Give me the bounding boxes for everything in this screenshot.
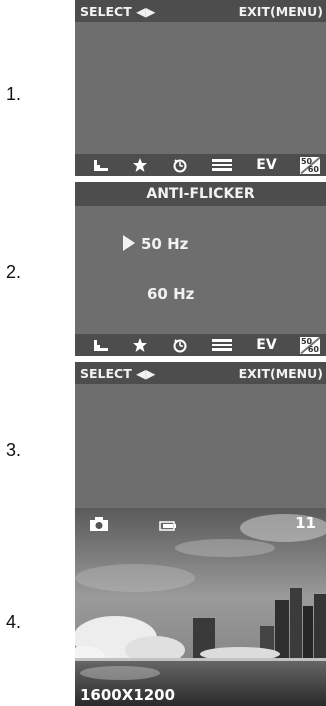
- resolution-label: 1600X1200: [80, 686, 176, 704]
- self-timer-icon: [172, 154, 188, 176]
- option-label: 60 Hz: [147, 285, 195, 303]
- select-label: SELECT ◀▶: [80, 4, 156, 19]
- menu-title: ANTI-FLICKER: [75, 182, 326, 206]
- exit-label: EXIT(MENU): [238, 366, 323, 381]
- star-icon: [132, 334, 148, 356]
- lcd-screen-3: SELECT ◀▶ EXIT(MENU) EV 50 60: [75, 362, 326, 531]
- lcd-screen-1: SELECT ◀▶ EXIT(MENU) EV 50 60: [75, 0, 326, 176]
- exit-label: EXIT(MENU): [238, 4, 323, 19]
- select-label: SELECT ◀▶: [80, 366, 156, 381]
- ev-icon: EV: [256, 157, 277, 173]
- battery-icon: [159, 518, 177, 536]
- selection-arrow-icon: [123, 235, 135, 251]
- option-label: 50 Hz: [141, 235, 189, 253]
- ev-icon: EV: [256, 337, 277, 353]
- star-icon: [132, 154, 148, 176]
- option-60hz[interactable]: 60 Hz: [147, 285, 194, 303]
- flash-battery-icon: [211, 334, 233, 356]
- scene-icon: [93, 334, 109, 356]
- white-balance-icon: 50 60: [299, 336, 320, 354]
- step-number-3: 3.: [6, 440, 22, 460]
- shots-remaining: 11: [295, 514, 316, 532]
- icon-bar: EV 50 60: [75, 154, 326, 176]
- top-bar: SELECT ◀▶ EXIT(MENU): [75, 0, 326, 22]
- step-number-2: 2.: [6, 262, 22, 282]
- scene-icon: [93, 154, 109, 176]
- flash-battery-icon: [211, 154, 233, 176]
- step-number-4: 4.: [6, 612, 22, 632]
- cityscape-image: [75, 508, 326, 706]
- step-number-1: 1.: [6, 84, 22, 104]
- preview-photo: 11 1600X1200: [75, 508, 326, 706]
- icon-bar: EV 50 60: [75, 334, 326, 356]
- white-balance-icon: 50 60: [299, 156, 320, 174]
- self-timer-icon: [172, 334, 188, 356]
- lcd-screen-2: ANTI-FLICKER 50 Hz 60 Hz EV 50 60: [75, 182, 326, 356]
- option-50hz[interactable]: 50 Hz: [123, 235, 188, 253]
- camera-mode-icon: [89, 516, 109, 537]
- top-bar: SELECT ◀▶ EXIT(MENU): [75, 362, 326, 384]
